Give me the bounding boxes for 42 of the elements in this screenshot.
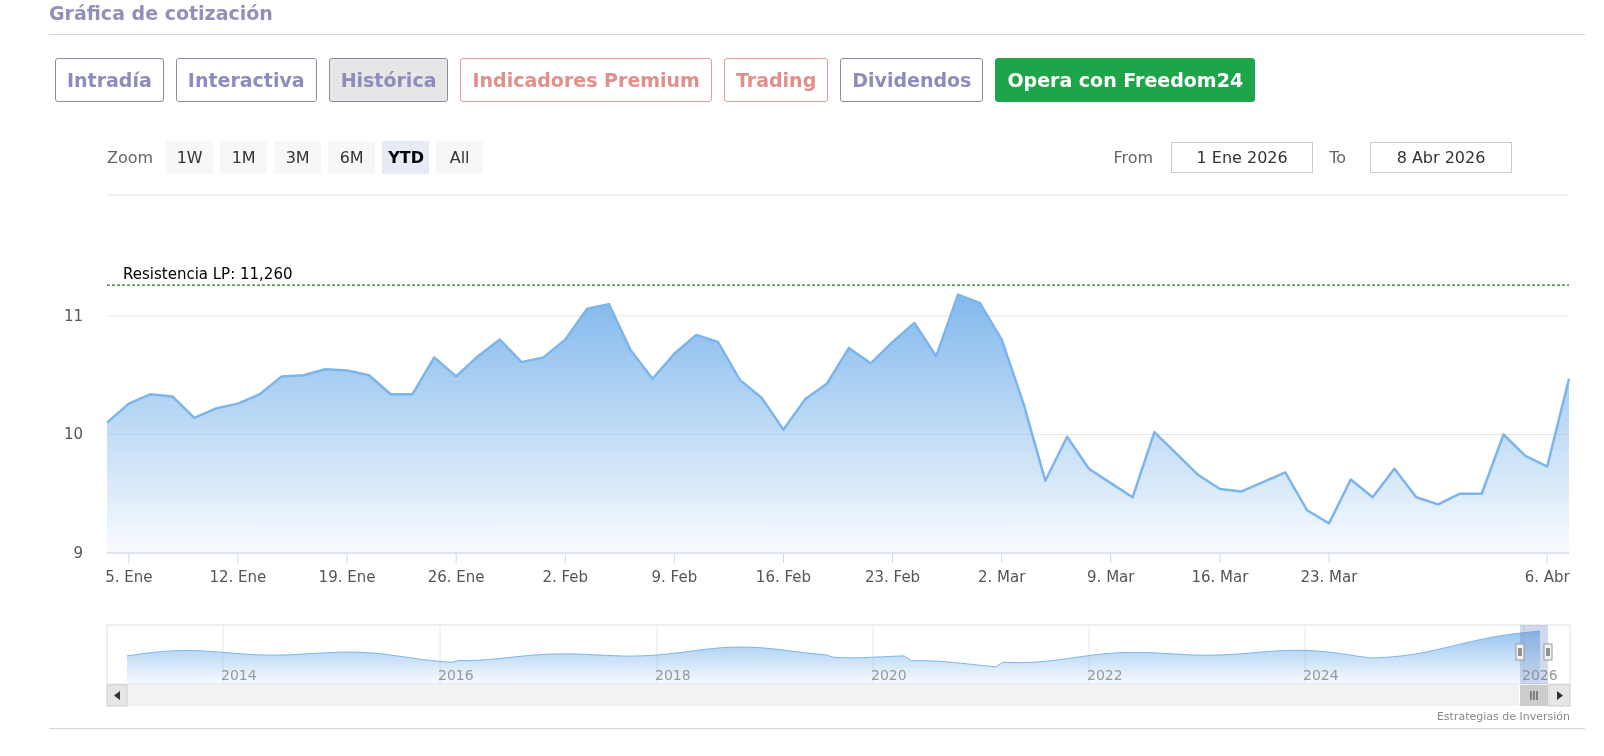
- x-axis-label: 6. Abr: [1524, 568, 1570, 586]
- range-button[interactable]: YTD: [382, 141, 430, 174]
- scrollbar-thumb[interactable]: [1520, 685, 1548, 706]
- year-label: 2016: [438, 667, 474, 683]
- to-date-field[interactable]: 8 Abr 2026: [1370, 142, 1512, 173]
- year-label: 2024: [1303, 667, 1339, 683]
- year-label: 2018: [655, 667, 691, 683]
- x-axis-label: 16. Feb: [755, 568, 812, 586]
- range-button[interactable]: 1M: [220, 141, 268, 174]
- scroll-right-button[interactable]: [1548, 684, 1571, 707]
- range-button[interactable]: 1W: [166, 141, 214, 174]
- zoom-label: Zoom: [107, 148, 154, 167]
- year-label: 2014: [221, 667, 257, 683]
- x-axis-label: 16. Mar: [1191, 568, 1249, 586]
- y-axis-label: 11: [63, 306, 83, 325]
- x-axis-label: 2. Mar: [977, 568, 1026, 586]
- to-label: To: [1329, 148, 1346, 167]
- resistance-label: Resistencia LP: 11,260: [123, 265, 293, 284]
- credits-text: Estrategias de Inversión: [1436, 710, 1570, 723]
- from-date-field[interactable]: 1 Ene 2026: [1171, 142, 1314, 173]
- x-axis-label: 9. Feb: [651, 568, 698, 586]
- y-axis-label: 9: [73, 544, 83, 562]
- x-axis-label: 12. Ene: [209, 568, 267, 586]
- year-label: 2022: [1087, 667, 1123, 683]
- from-label: From: [1113, 148, 1154, 167]
- x-axis-label: 2. Feb: [542, 568, 589, 586]
- x-axis-label: 23. Mar: [1300, 568, 1358, 586]
- x-axis-label: 9. Mar: [1087, 568, 1135, 586]
- range-button[interactable]: 6M: [328, 141, 376, 174]
- section-title: Gráfica de cotización: [49, 1, 274, 24]
- x-axis-label: 5. Ene: [105, 568, 153, 586]
- year-label: 2020: [871, 667, 907, 683]
- range-button[interactable]: 3M: [274, 141, 322, 174]
- scroll-left-button[interactable]: [106, 684, 128, 707]
- navigator-handle[interactable]: [1543, 643, 1553, 661]
- year-label: 2026: [1522, 667, 1558, 683]
- x-axis-label: 19. Ene: [318, 568, 376, 586]
- x-axis-label: 23. Feb: [864, 568, 921, 586]
- y-axis-label: 10: [63, 425, 83, 444]
- range-button[interactable]: All: [436, 141, 484, 174]
- x-axis-label: 26. Ene: [427, 568, 485, 586]
- navigator-handle[interactable]: [1515, 643, 1525, 661]
